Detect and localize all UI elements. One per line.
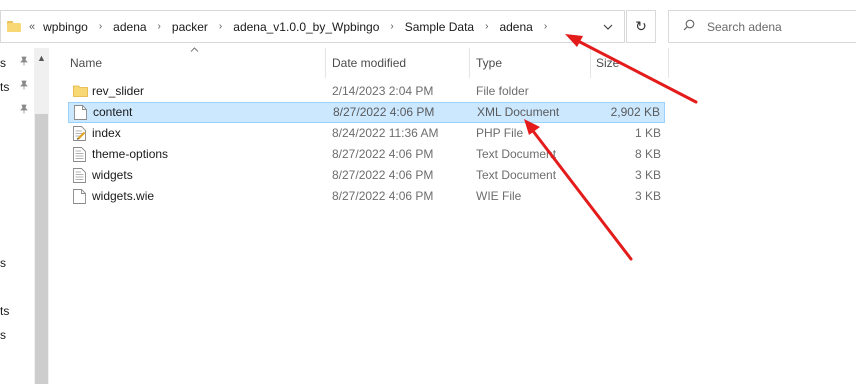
annotation-arrow [565,34,698,104]
annotation-overlay [524,34,698,261]
annotation-arrow [524,119,633,261]
